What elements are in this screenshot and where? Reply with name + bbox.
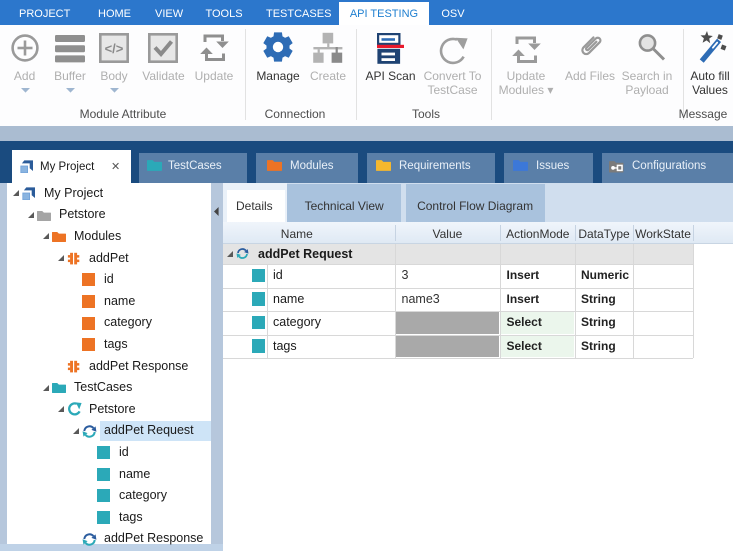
svg-text:</>: </> <box>105 41 124 56</box>
